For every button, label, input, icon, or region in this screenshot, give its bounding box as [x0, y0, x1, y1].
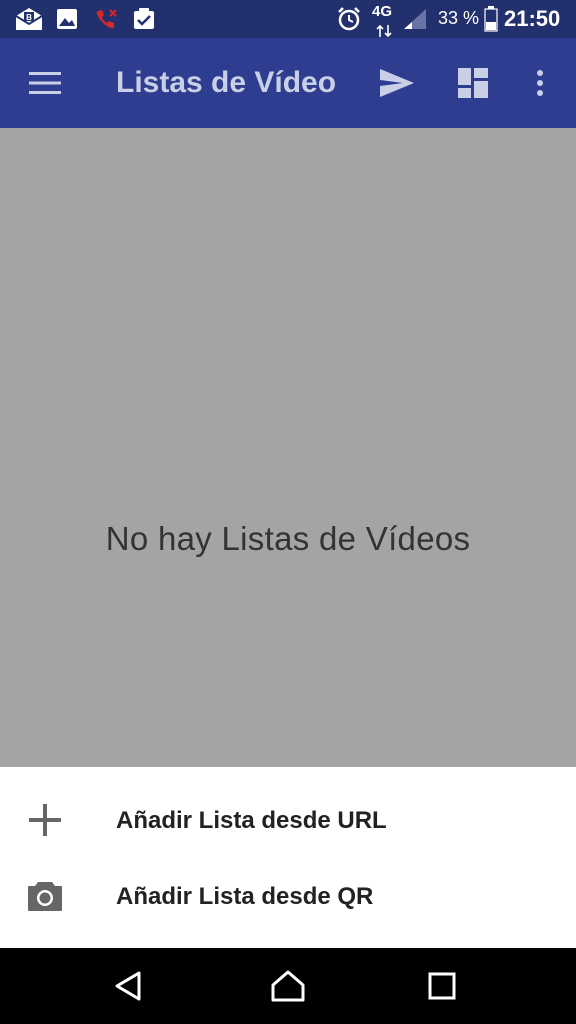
add-list-from-qr-label: Añadir Lista desde QR	[116, 883, 374, 910]
add-list-from-url-option[interactable]: Añadir Lista desde URL	[0, 783, 576, 859]
status-bar: B 4G 33 % 21:50	[0, 0, 576, 38]
back-icon[interactable]	[108, 966, 148, 1006]
page-title: Listas de Vídeo	[116, 66, 337, 99]
battery-icon	[484, 6, 498, 32]
add-list-from-url-label: Añadir Lista desde URL	[116, 807, 387, 834]
add-icon	[26, 801, 64, 839]
dashboard-icon[interactable]	[450, 62, 496, 104]
more-vert-icon[interactable]	[522, 62, 558, 104]
image-icon	[56, 6, 78, 32]
bottom-sheet: Añadir Lista desde URL Añadir Lista desd…	[0, 767, 576, 948]
signal-icon	[402, 6, 428, 32]
recents-icon[interactable]	[422, 966, 462, 1006]
home-icon[interactable]	[268, 966, 308, 1006]
send-icon[interactable]	[374, 62, 420, 104]
svg-text:B: B	[26, 13, 32, 22]
battery-percent: 33 %	[438, 8, 480, 28]
mail-icon: B	[14, 6, 44, 32]
missed-call-icon	[94, 6, 120, 32]
menu-icon[interactable]	[22, 62, 68, 104]
scrim-overlay[interactable]: No hay Listas de Vídeos	[0, 128, 576, 768]
clock-time: 21:50	[504, 6, 561, 31]
camera-icon	[26, 877, 64, 915]
task-icon	[132, 6, 156, 32]
add-list-from-qr-option[interactable]: Añadir Lista desde QR	[0, 859, 576, 935]
app-bar: Listas de Vídeo	[0, 38, 576, 128]
navigation-bar	[0, 948, 576, 1024]
alarm-icon	[336, 6, 362, 32]
empty-state-message: No hay Listas de Vídeos	[105, 520, 471, 557]
